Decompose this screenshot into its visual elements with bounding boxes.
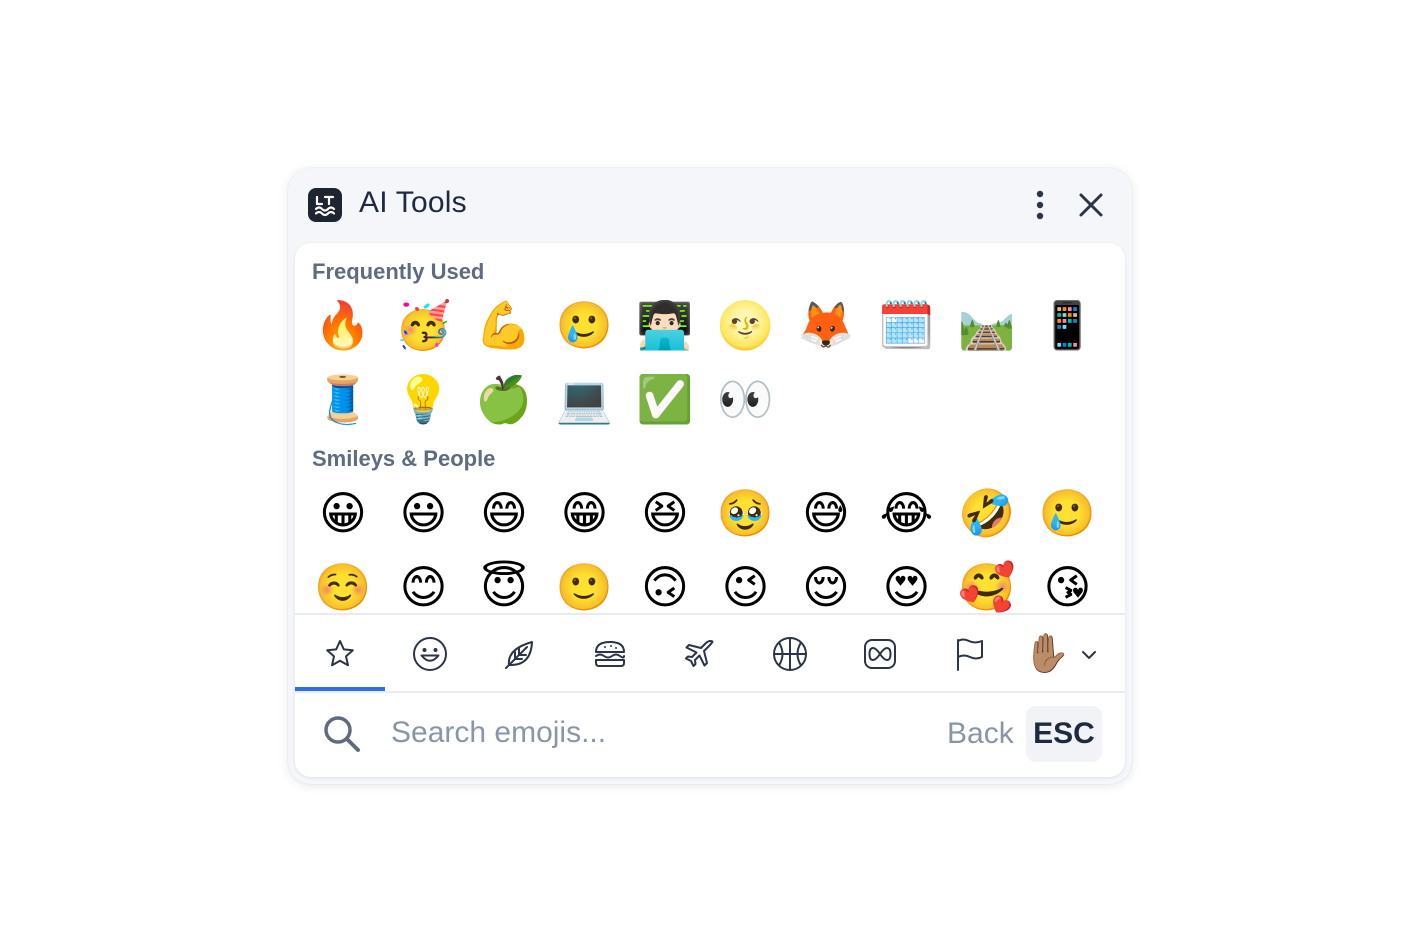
search-input[interactable] xyxy=(391,711,911,755)
category-tab-nature[interactable] xyxy=(475,615,565,691)
emoji-button[interactable]: 😀 xyxy=(303,483,383,543)
emoji-button[interactable]: 🤣 xyxy=(947,483,1027,543)
more-options-button[interactable] xyxy=(1028,188,1052,222)
emoji-button[interactable]: 💻 xyxy=(545,369,625,429)
category-tab-activities[interactable] xyxy=(745,615,835,691)
emoji-button[interactable]: 🌝 xyxy=(706,295,786,355)
frequently-used-grid: 🔥 🥳 💪 🥲 👨🏻‍💻 🌝 🦊 🗓️ 🛤️ 📱 🧵 💡 🍏 💻 ✅ 👀 xyxy=(303,295,1113,445)
close-button[interactable] xyxy=(1074,188,1108,222)
search-icon xyxy=(324,716,360,752)
airplane-icon xyxy=(685,640,714,667)
emoji-button[interactable]: ☺️ xyxy=(303,557,383,613)
smileys-people-grid: 😀 😃 😄 😁 😆 🥹 😅 😂 🤣 🥲 ☺️ 😊 😇 🙂 🙃 😉 😌 😍 🥰 😘 xyxy=(303,483,1113,613)
close-icon xyxy=(1079,193,1103,217)
flag-icon xyxy=(957,638,983,671)
emoji-button[interactable]: 🔥 xyxy=(303,295,383,355)
emoji-button[interactable]: 🥲 xyxy=(1028,483,1108,543)
category-tab-food[interactable] xyxy=(565,615,655,691)
skin-tone-selector[interactable]: ✋🏽 xyxy=(1023,629,1107,679)
app-title: AI Tools xyxy=(359,186,467,219)
emoji-button[interactable]: 🥲 xyxy=(545,295,625,355)
emoji-button[interactable]: 😌 xyxy=(786,557,866,613)
vertical-dots-icon xyxy=(1036,190,1044,220)
emoji-button[interactable]: 👨🏻‍💻 xyxy=(625,295,705,355)
emoji-button[interactable]: 👀 xyxy=(706,369,786,429)
emoji-button[interactable]: 💪 xyxy=(464,295,544,355)
emoji-scroll-area[interactable]: Frequently Used 🔥 🥳 💪 🥲 👨🏻‍💻 🌝 🦊 🗓️ 🛤️ 📱 🧵 💡 🍏 💻 ✅ 👀 Sm… xyxy=(295,243,1125,613)
emoji-button[interactable]: 📱 xyxy=(1028,295,1108,355)
category-tab-symbols[interactable] xyxy=(835,615,925,691)
emoji-button[interactable]: 😄 xyxy=(464,483,544,543)
category-tab-smileys[interactable] xyxy=(385,615,475,691)
category-tab-travel[interactable] xyxy=(655,615,745,691)
back-label: Back xyxy=(947,717,1014,750)
ai-tools-emoji-picker-window: AI Tools Frequently Used 🔥 🥳 💪 🥲 👨🏻‍💻 🌝 🦊 🗓️ 🛤️ 📱… xyxy=(288,168,1132,784)
emoji-button[interactable]: 🦊 xyxy=(786,295,866,355)
category-tab-frequently-used[interactable] xyxy=(295,615,385,691)
star-icon xyxy=(326,640,354,667)
emoji-button[interactable]: 🙃 xyxy=(625,557,705,613)
search-row: Back ESC xyxy=(295,693,1125,777)
category-bar: ✋🏽 xyxy=(295,615,1125,691)
emoji-panel: Frequently Used 🔥 🥳 💪 🥲 👨🏻‍💻 🌝 🦊 🗓️ 🛤️ 📱 🧵 💡 🍏 💻 ✅ 👀 Sm… xyxy=(295,243,1125,777)
emoji-button[interactable]: 😂 xyxy=(867,483,947,543)
ball-icon xyxy=(773,637,807,671)
leaf-icon xyxy=(505,641,533,669)
emoji-button[interactable]: 🥳 xyxy=(384,295,464,355)
section-title-smileys-people: Smileys & People xyxy=(312,446,496,471)
emoji-button[interactable]: 😁 xyxy=(545,483,625,543)
emoji-button[interactable]: 🛤️ xyxy=(947,295,1027,355)
emoji-button[interactable]: 😉 xyxy=(706,557,786,613)
section-title-frequently-used: Frequently Used xyxy=(312,259,485,284)
emoji-button[interactable]: 🥹 xyxy=(706,483,786,543)
emoji-button[interactable]: ✅ xyxy=(625,369,705,429)
emoji-button[interactable]: 💡 xyxy=(384,369,464,429)
burger-icon xyxy=(595,641,625,667)
emoji-button[interactable]: 😅 xyxy=(786,483,866,543)
emoji-button[interactable]: 😊 xyxy=(384,557,464,613)
languagetool-logo-icon xyxy=(308,188,342,222)
category-tab-flags[interactable] xyxy=(925,615,1015,691)
emoji-button[interactable]: 🧵 xyxy=(303,369,383,429)
titlebar: AI Tools xyxy=(288,168,1132,242)
emoji-button[interactable]: 🗓️ xyxy=(867,295,947,355)
emoji-button[interactable]: 🥰 xyxy=(947,557,1027,613)
emoji-button[interactable]: 😃 xyxy=(384,483,464,543)
emoji-button[interactable]: 🍏 xyxy=(464,369,544,429)
infinity-symbol-icon xyxy=(864,639,896,669)
emoji-button[interactable]: 😇 xyxy=(464,557,544,613)
skin-tone-hand-emoji: ✋🏽 xyxy=(1023,633,1071,675)
esc-key-button[interactable]: ESC xyxy=(1026,706,1102,762)
emoji-button[interactable]: 🙂 xyxy=(545,557,625,613)
smiley-icon xyxy=(413,637,447,671)
chevron-down-icon xyxy=(1082,651,1096,659)
emoji-button[interactable]: 😍 xyxy=(867,557,947,613)
emoji-button[interactable]: 😆 xyxy=(625,483,705,543)
emoji-button[interactable]: 😘 xyxy=(1028,557,1108,613)
